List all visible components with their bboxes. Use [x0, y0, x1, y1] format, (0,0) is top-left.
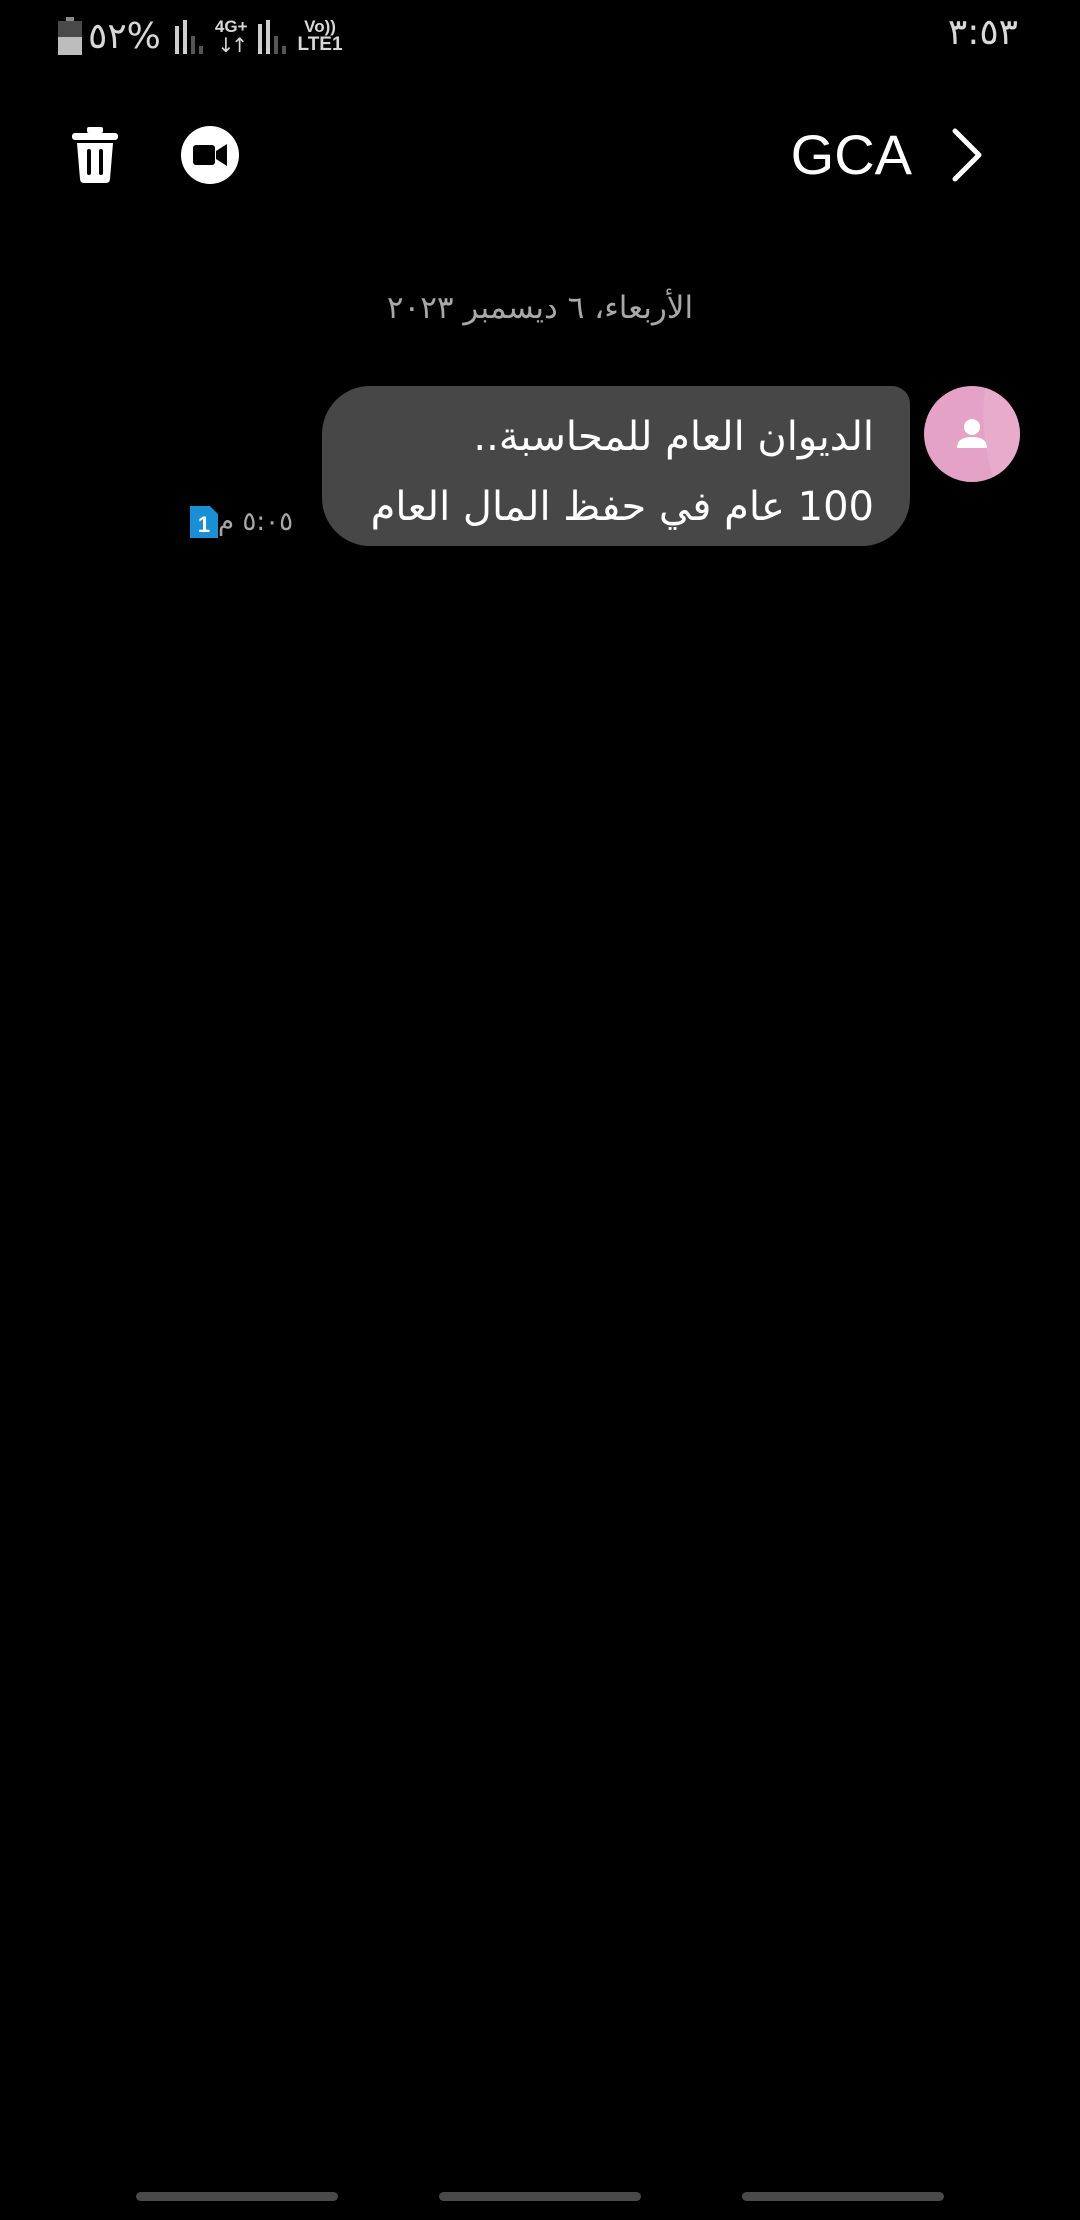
signal-strength-2-icon	[257, 18, 290, 54]
message-bubble[interactable]: الديوان العام للمحاسبة.. 100 عام في حفظ …	[322, 386, 910, 546]
network-type-indicator: 4G+ ↓↑	[215, 18, 248, 55]
message-time: ٥:٠٥ م	[218, 507, 294, 537]
nav-home-button[interactable]	[439, 2192, 641, 2201]
status-time: ٣:٥٣	[947, 12, 1018, 53]
back-button[interactable]	[932, 120, 1002, 190]
contact-name[interactable]: GCA	[791, 122, 912, 187]
message-line: 100 عام في حفظ المال العام	[370, 484, 874, 530]
status-indicators: %٥٢ 4G+ ↓↑ Vo)) LTE1	[58, 14, 343, 58]
date-divider: الأربعاء، ٦ ديسمبر ٢٠٢٣	[386, 290, 694, 326]
signal-strength-icon	[174, 18, 207, 54]
sim-card-icon: 1	[190, 506, 218, 538]
status-bar: %٥٢ 4G+ ↓↑ Vo)) LTE1 ٣:٥٣	[0, 0, 1080, 70]
volte-indicator: Vo)) LTE1	[298, 18, 343, 54]
battery-percentage: %٥٢	[88, 15, 161, 57]
volte-label: Vo))	[304, 17, 336, 36]
chevron-right-icon	[952, 128, 982, 182]
trash-icon	[72, 127, 118, 183]
delete-button[interactable]	[60, 120, 130, 190]
nav-back-button[interactable]	[742, 2192, 944, 2201]
conversation-toolbar: GCA	[0, 110, 1080, 200]
contact-avatar[interactable]	[924, 386, 1020, 482]
message-line: الديوان العام للمحاسبة..	[473, 414, 874, 460]
video-call-button[interactable]	[175, 120, 245, 190]
nav-recents-button[interactable]	[136, 2192, 338, 2201]
lte-label: LTE1	[297, 34, 343, 55]
video-call-icon	[181, 126, 239, 184]
sim-number: 1	[198, 512, 210, 537]
message-meta: 1 ٥:٠٥ م	[190, 504, 303, 540]
person-icon	[957, 386, 1020, 482]
data-activity-icon: ↓↑	[217, 32, 247, 57]
battery-icon	[58, 17, 82, 55]
network-type-label: 4G+	[214, 16, 248, 36]
